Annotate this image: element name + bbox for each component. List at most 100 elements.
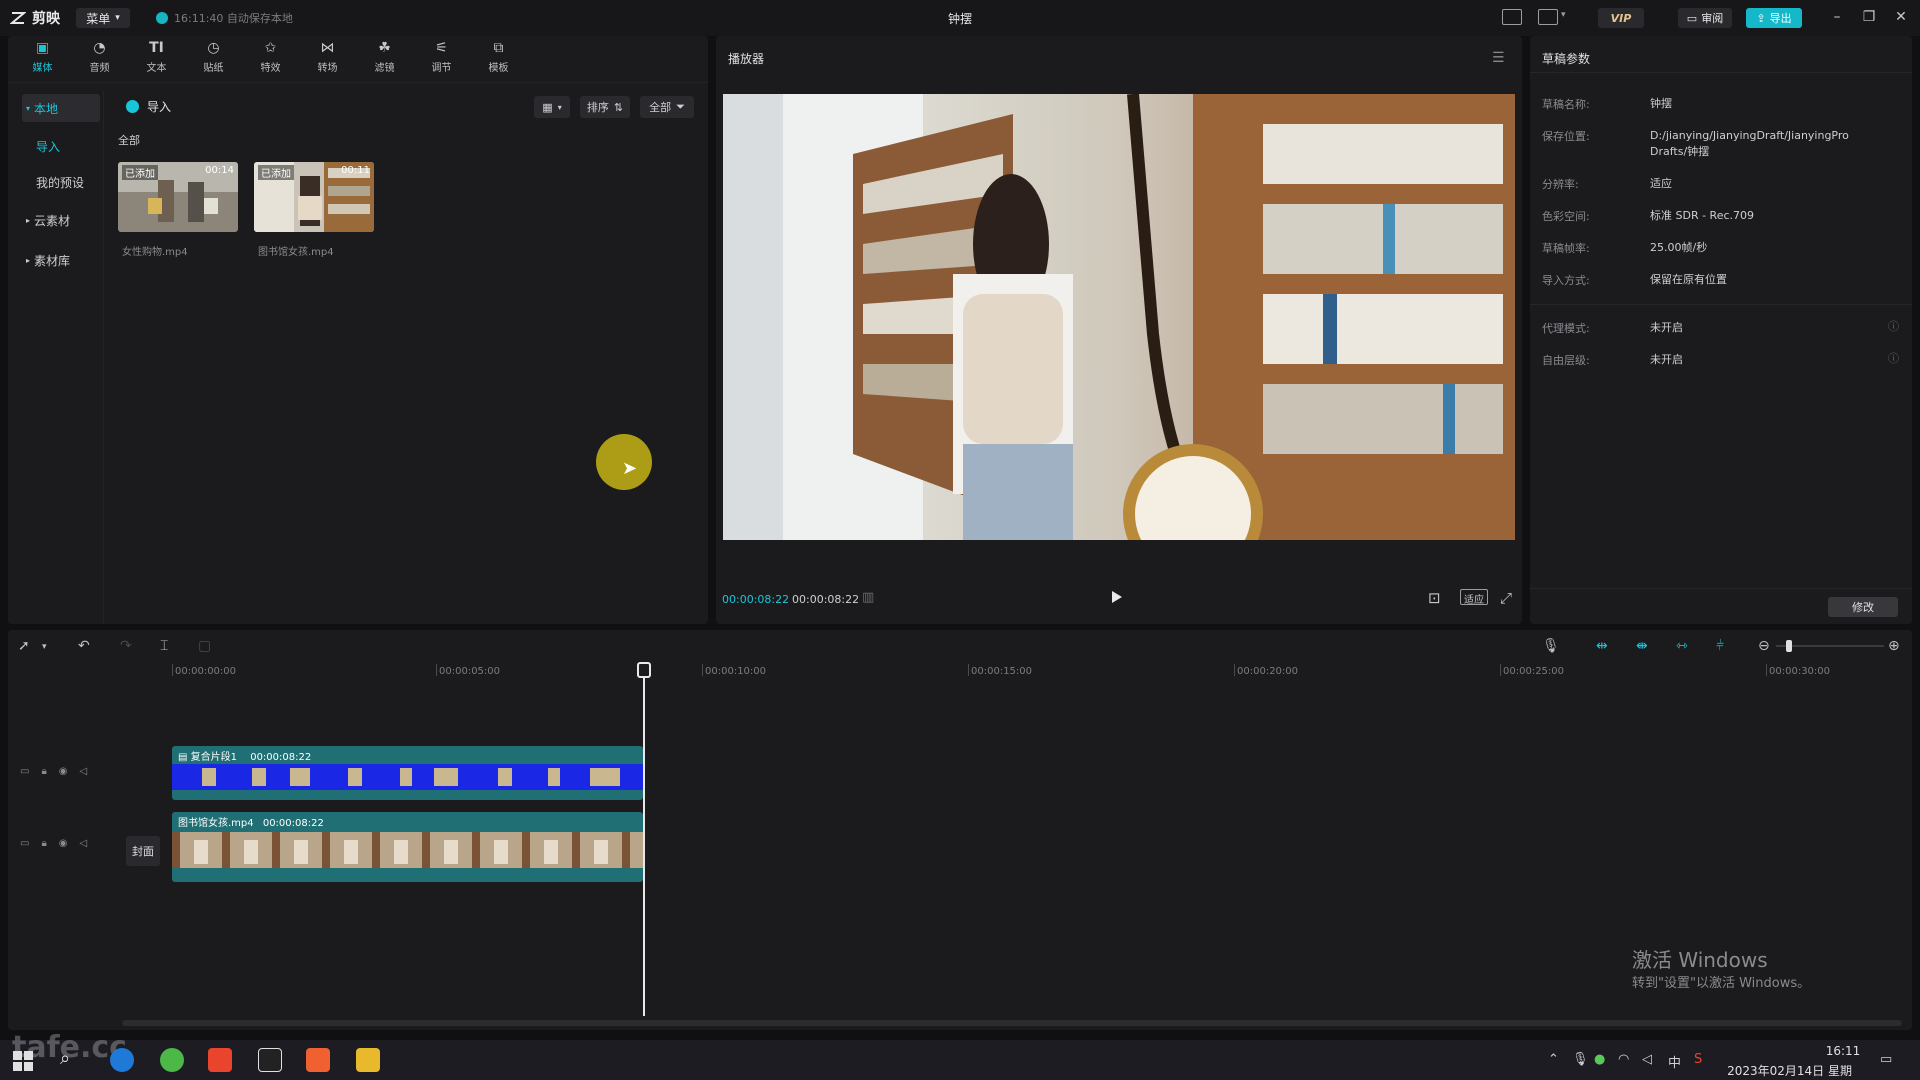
tab-effects[interactable]: ✩ 特效 xyxy=(242,40,299,76)
app-red-icon[interactable] xyxy=(208,1048,232,1072)
close-icon[interactable]: ✕ xyxy=(1892,8,1910,26)
edge-browser-icon[interactable] xyxy=(110,1048,134,1072)
view-mode-button[interactable]: ▦ ▾ xyxy=(534,96,570,118)
tool-tabs: ▣ 媒体 ◔ 音频 TI 文本 ◷ 贴纸 ✩ 特效 ⋈ 转场 ☘ 滤镜 ⚟ 调节… xyxy=(14,40,527,76)
split-icon[interactable]: ⌶ xyxy=(160,638,168,654)
sticker-icon: ◷ xyxy=(207,40,220,56)
sidebar-item-import[interactable]: 导入 xyxy=(36,138,60,155)
eye-icon[interactable]: ◉ xyxy=(59,766,68,777)
playhead-handle[interactable] xyxy=(637,662,651,678)
speaker-icon[interactable]: ◁ xyxy=(80,766,88,777)
chevron-down-icon[interactable]: ▾ xyxy=(1561,10,1566,20)
sidebar-item-cloud[interactable]: ▸ 云素材 xyxy=(22,206,100,234)
import-button[interactable]: 导入 xyxy=(126,98,171,115)
redo-icon[interactable]: ↷ xyxy=(120,638,132,654)
ratio-button[interactable]: 适应 xyxy=(1460,589,1488,606)
added-badge: 已添加 xyxy=(122,165,158,180)
tab-transition[interactable]: ⋈ 转场 xyxy=(299,40,356,76)
compound-clip[interactable]: ▤ 复合片段1 00:00:08:22 xyxy=(172,746,643,800)
tray-mic-icon[interactable]: 🎙 xyxy=(1572,1052,1589,1067)
media-thumb-1[interactable]: 已添加 00:14 xyxy=(118,162,238,232)
filter-button[interactable]: 全部 ⏷ xyxy=(640,96,694,118)
preview-axis-icon[interactable]: ⇿ xyxy=(1676,638,1688,654)
info-icon[interactable]: ⓘ xyxy=(1888,318,1899,334)
tab-adjust[interactable]: ⚟ 调节 xyxy=(413,40,470,76)
clip-filmstrip xyxy=(172,764,643,790)
minimize-icon[interactable]: – xyxy=(1828,8,1846,26)
zoom-slider-handle[interactable] xyxy=(1786,640,1792,652)
chevron-down-icon[interactable]: ▾ xyxy=(42,642,47,652)
ruler-mark xyxy=(702,664,703,676)
zoom-in-icon[interactable]: ⊕ xyxy=(1888,638,1900,654)
delete-icon[interactable]: ▢ xyxy=(198,638,211,654)
lock-icon[interactable]: 🔒︎ xyxy=(41,766,46,777)
play-button[interactable] xyxy=(1112,591,1122,603)
cover-button[interactable]: 封面 xyxy=(126,836,160,866)
vip-badge[interactable]: VIP xyxy=(1598,8,1644,28)
modify-button[interactable]: 修改 xyxy=(1828,597,1898,617)
track-toggle-icon[interactable]: ▭ xyxy=(20,838,29,849)
windows-start-icon[interactable] xyxy=(12,1050,34,1072)
undo-icon[interactable]: ↶ xyxy=(78,638,90,654)
timeline-grid-icon[interactable]: ▥ xyxy=(862,590,874,605)
tab-template[interactable]: ⧉ 模板 xyxy=(470,40,527,76)
info-icon[interactable]: ⓘ xyxy=(1888,350,1899,366)
tab-filter[interactable]: ☘ 滤镜 xyxy=(356,40,413,76)
sidebar-item-library[interactable]: ▸ 素材库 xyxy=(22,246,100,274)
tab-text[interactable]: TI 文本 xyxy=(128,40,185,76)
microphone-icon[interactable]: 🎙 xyxy=(1542,638,1560,654)
media-thumb-2[interactable]: 已添加 00:11 xyxy=(254,162,374,232)
tray-chevron-up-icon[interactable]: ⌃ xyxy=(1548,1052,1559,1067)
magnet-icon[interactable]: ⇹ xyxy=(1596,638,1608,654)
sidebar-label: 云素材 xyxy=(34,213,71,228)
zoom-out-icon[interactable]: ⊖ xyxy=(1758,638,1770,654)
export-button[interactable]: ⇪ 导出 xyxy=(1746,8,1802,28)
fullscreen-icon[interactable]: ⤢ xyxy=(1500,589,1512,607)
effects-icon: ✩ xyxy=(264,40,277,56)
sort-button[interactable]: 排序 ⇅ xyxy=(580,96,630,118)
link-icon[interactable]: ⇼ xyxy=(1636,638,1648,654)
text-icon: TI xyxy=(149,40,164,56)
ime-indicator[interactable]: 中 xyxy=(1668,1052,1681,1071)
select-arrow-icon[interactable]: ➚ xyxy=(18,638,30,654)
app-green-icon[interactable] xyxy=(160,1048,184,1072)
sogou-ime-icon[interactable]: S xyxy=(1694,1052,1702,1067)
file-explorer-icon[interactable] xyxy=(356,1048,380,1072)
layout-icon[interactable] xyxy=(1538,9,1558,25)
tab-sticker[interactable]: ◷ 贴纸 xyxy=(185,40,242,76)
zoom-slider[interactable] xyxy=(1776,645,1884,647)
restore-icon[interactable]: ❐ xyxy=(1860,8,1878,26)
notification-icon[interactable]: ▭ xyxy=(1880,1052,1892,1067)
app-orange-icon[interactable] xyxy=(306,1048,330,1072)
track-toggle-icon[interactable]: ▭ xyxy=(20,766,29,777)
current-timecode: 00:00:08:22 xyxy=(722,593,790,606)
eye-icon[interactable]: ◉ xyxy=(59,838,68,849)
playhead[interactable] xyxy=(643,664,645,1016)
tab-media[interactable]: ▣ 媒体 xyxy=(14,40,71,76)
prop-label: 代理模式: xyxy=(1542,322,1590,335)
lock-icon[interactable]: 🔒︎ xyxy=(41,838,46,849)
tab-audio[interactable]: ◔ 音频 xyxy=(71,40,128,76)
sidebar-item-local[interactable]: ▾ 本地 xyxy=(22,94,100,122)
added-badge: 已添加 xyxy=(258,165,294,180)
menu-button[interactable]: 菜单 ▾ xyxy=(76,8,130,28)
speaker-icon[interactable]: ◁ xyxy=(80,838,88,849)
search-icon[interactable]: ⌕ xyxy=(60,1048,84,1072)
network-icon[interactable]: ◠ xyxy=(1618,1052,1629,1067)
video-clip[interactable]: 图书馆女孩.mp4 00:00:08:22 xyxy=(172,812,643,882)
prop-value: 未开启 xyxy=(1650,353,1683,366)
hamburger-menu-icon[interactable]: ☰ xyxy=(1492,50,1505,66)
review-button[interactable]: ▭ 审阅 xyxy=(1678,8,1732,28)
video-preview[interactable] xyxy=(723,94,1515,540)
screenshot-icon[interactable]: ⊡ xyxy=(1428,589,1441,607)
chevron-down-icon: ▾ xyxy=(557,102,562,112)
keyboard-icon[interactable] xyxy=(1502,9,1522,25)
wechat-icon[interactable]: ● xyxy=(1594,1052,1605,1067)
volume-icon[interactable]: ◁ xyxy=(1642,1052,1652,1067)
taskbar-date[interactable]: 2023年02月14日 星期二 xyxy=(1722,1062,1852,1080)
capcut-taskbar-icon[interactable] xyxy=(258,1048,282,1072)
snap-icon[interactable]: ⫩ xyxy=(1716,638,1724,654)
horizontal-scrollbar[interactable] xyxy=(122,1020,1902,1026)
ruler-label: 00:00:05:00 xyxy=(439,666,501,677)
sidebar-item-my-presets[interactable]: 我的预设 xyxy=(36,174,84,191)
